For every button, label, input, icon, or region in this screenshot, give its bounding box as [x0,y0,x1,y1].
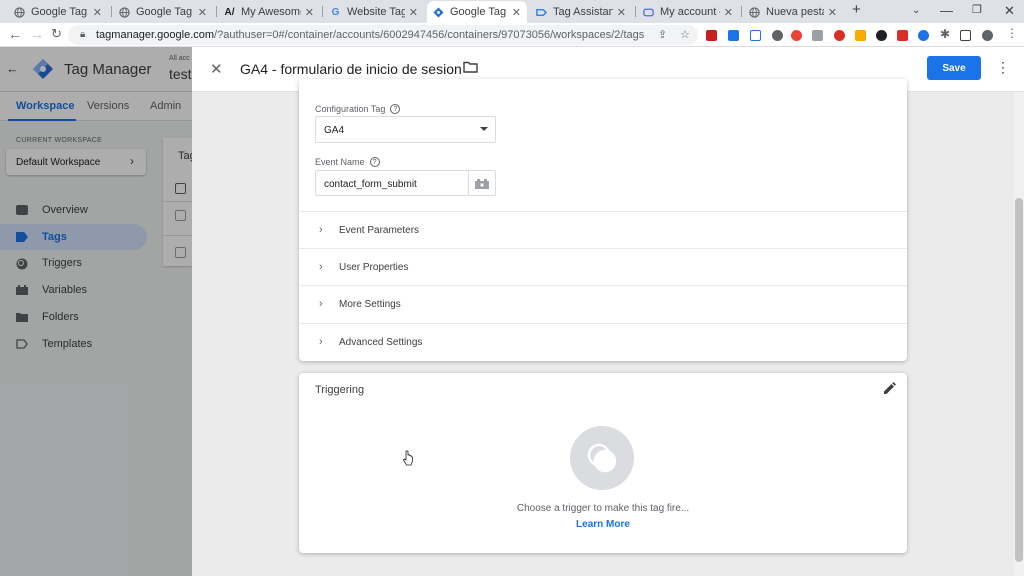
globe-icon [119,6,130,18]
globe-icon [14,6,25,18]
configuration-tag-label: Configuration Tag ? [315,104,401,114]
edit-pencil-icon[interactable] [883,382,896,398]
chevron-right-icon: › [319,224,323,236]
close-tab-icon[interactable]: ✕ [724,6,733,19]
url-host: tagmanager.google.com [96,29,215,41]
extension-icon[interactable] [772,30,783,41]
event-name-field[interactable]: contact_form_submit [315,170,496,196]
scrollbar-thumb[interactable] [1015,198,1023,562]
extension-icon[interactable] [918,30,929,41]
bookmark-star-icon[interactable]: ☆ [680,28,690,41]
browser-tab-strip: Google Tag Mana ✕ Google Tag Mana ✕ A/ M… [0,0,1024,23]
close-tab-icon[interactable]: ✕ [409,6,418,19]
gtm-icon [433,6,444,18]
close-window-icon[interactable]: ✕ [1004,3,1015,19]
chevron-right-icon: › [319,261,323,273]
browser-tab-8[interactable]: Nueva pestaña ✕ [743,1,843,23]
extensions-puzzle-icon[interactable]: ✱ [940,27,950,41]
back-arrow-icon[interactable]: ← [8,27,22,41]
advanced-settings-section[interactable]: › Advanced Settings [299,323,907,360]
browser-tab-1[interactable]: Google Tag Mana ✕ [8,1,108,23]
address-bar[interactable]: 🔒︎ tagmanager.google.com/?authuser=0#/co… [68,25,698,45]
close-tab-icon[interactable]: ✕ [198,6,207,19]
tab-title: Website Tag Man [347,6,405,18]
tag-editor-panel: ✕ GA4 - formulario de inicio de sesion S… [192,47,1024,576]
tab-title: Nueva pestaña [766,6,824,18]
mouse-cursor-icon [402,450,413,469]
new-tab-icon[interactable]: + [852,1,861,18]
variable-picker-icon[interactable] [475,178,489,192]
event-name-value: contact_form_submit [324,179,417,190]
extension-icon[interactable] [834,30,845,41]
more-settings-section[interactable]: › More Settings [299,285,907,322]
learn-more-link[interactable]: Learn More [299,519,907,530]
profile-avatar[interactable] [982,30,993,41]
save-button[interactable]: Save [927,56,981,80]
tab-search-chevron-icon[interactable]: ⌄ [912,5,920,16]
globe-icon [749,6,760,18]
browser-tab-4[interactable]: G Website Tag Man ✕ [324,1,424,23]
folder-icon[interactable] [463,61,478,76]
tab-title: Tag Assistant [Co [553,6,613,18]
extension-icon[interactable] [876,30,887,41]
forward-arrow-icon[interactable]: → [30,27,44,41]
user-properties-section[interactable]: › User Properties [299,248,907,285]
chevron-right-icon: › [319,336,323,348]
share-icon[interactable]: ⇪ [658,28,667,41]
chevron-right-icon: › [319,298,323,310]
event-parameters-section[interactable]: › Event Parameters [299,211,907,248]
tag-assistant-icon [536,7,547,18]
help-icon[interactable]: ? [369,157,380,167]
extension-icon[interactable] [750,30,761,41]
help-icon[interactable]: ? [390,104,401,114]
trigger-placeholder-icon[interactable] [570,426,634,490]
close-tab-icon[interactable]: ✕ [828,6,837,19]
extension-icon[interactable] [728,30,739,41]
browser-menu-icon[interactable]: ⋮ [1006,26,1018,40]
tab-title: Google Tag Mana [31,6,89,18]
modal-scrim[interactable] [0,47,192,576]
extension-icon[interactable] [812,30,823,41]
extension-icon[interactable] [855,30,866,41]
event-name-label: Event Name ? [315,157,380,167]
close-tab-icon[interactable]: ✕ [93,6,102,19]
extension-icon[interactable] [706,30,717,41]
triggering-title: Triggering [315,384,365,396]
browser-tab-5-active[interactable]: Google Tag Mana ✕ [427,1,527,23]
configuration-tag-value: GA4 [324,125,345,136]
tab-title: Google Tag Mana [450,6,508,18]
tab-title: Google Tag Mana [136,6,194,18]
tag-configuration-card: Configuration Tag ? GA4 Event Name ? con… [299,79,907,361]
panel-scrollbar[interactable] [1014,92,1024,576]
browser-tab-2[interactable]: Google Tag Mana ✕ [113,1,213,23]
adblock-icon[interactable] [791,30,802,41]
minimize-icon[interactable]: — [940,3,953,18]
empty-trigger-text: Choose a trigger to make this tag fire..… [516,503,690,514]
triggering-card[interactable]: Triggering Choose a trigger to make this… [299,373,907,553]
restore-icon[interactable]: ❐ [972,3,982,16]
extension-icon[interactable] [897,30,908,41]
close-tab-icon[interactable]: ✕ [512,6,521,19]
browser-tab-3[interactable]: A/ My Awesome Sto ✕ [218,1,320,23]
browser-toolbar: ← → ↻ 🔒︎ tagmanager.google.com/?authuser… [0,23,1024,67]
tab-title: My Awesome Sto [241,6,301,18]
close-tab-icon[interactable]: ✕ [617,6,626,19]
browser-tab-6[interactable]: Tag Assistant [Co ✕ [530,1,632,23]
google-icon: G [331,6,340,18]
reload-icon[interactable]: ↻ [51,27,62,41]
close-panel-icon[interactable]: ✕ [210,60,223,78]
dropdown-arrow-icon [480,127,488,131]
side-panel-icon[interactable] [960,30,971,41]
tab-title: My account – My [660,6,720,18]
account-icon [643,7,654,18]
browser-tab-7[interactable]: My account – My ✕ [637,1,739,23]
url-path: /?authuser=0#/container/accounts/6002947… [214,29,645,41]
more-options-icon[interactable]: ⋮ [996,59,1010,76]
tag-name-title[interactable]: GA4 - formulario de inicio de sesion [240,61,462,77]
close-tab-icon[interactable]: ✕ [305,6,314,19]
lock-icon: 🔒︎ [80,29,86,40]
brand-a-icon: A/ [224,6,235,18]
configuration-tag-select[interactable]: GA4 [315,116,496,143]
